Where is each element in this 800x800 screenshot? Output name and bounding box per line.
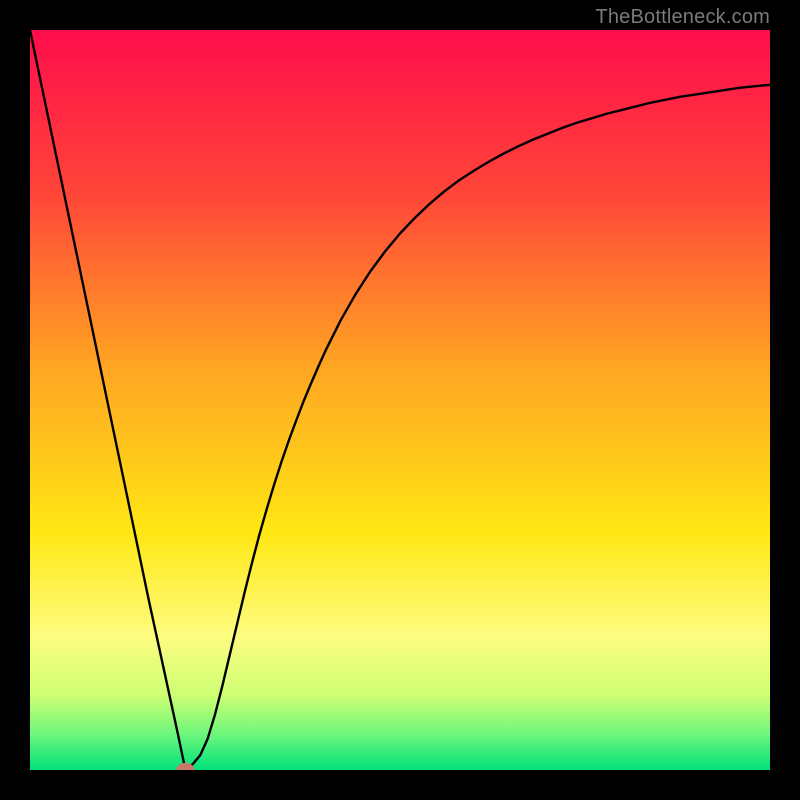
plot-area — [30, 30, 770, 770]
chart-frame: TheBottleneck.com — [0, 0, 800, 800]
plot-background — [30, 30, 770, 770]
watermark-text: TheBottleneck.com — [595, 6, 770, 29]
